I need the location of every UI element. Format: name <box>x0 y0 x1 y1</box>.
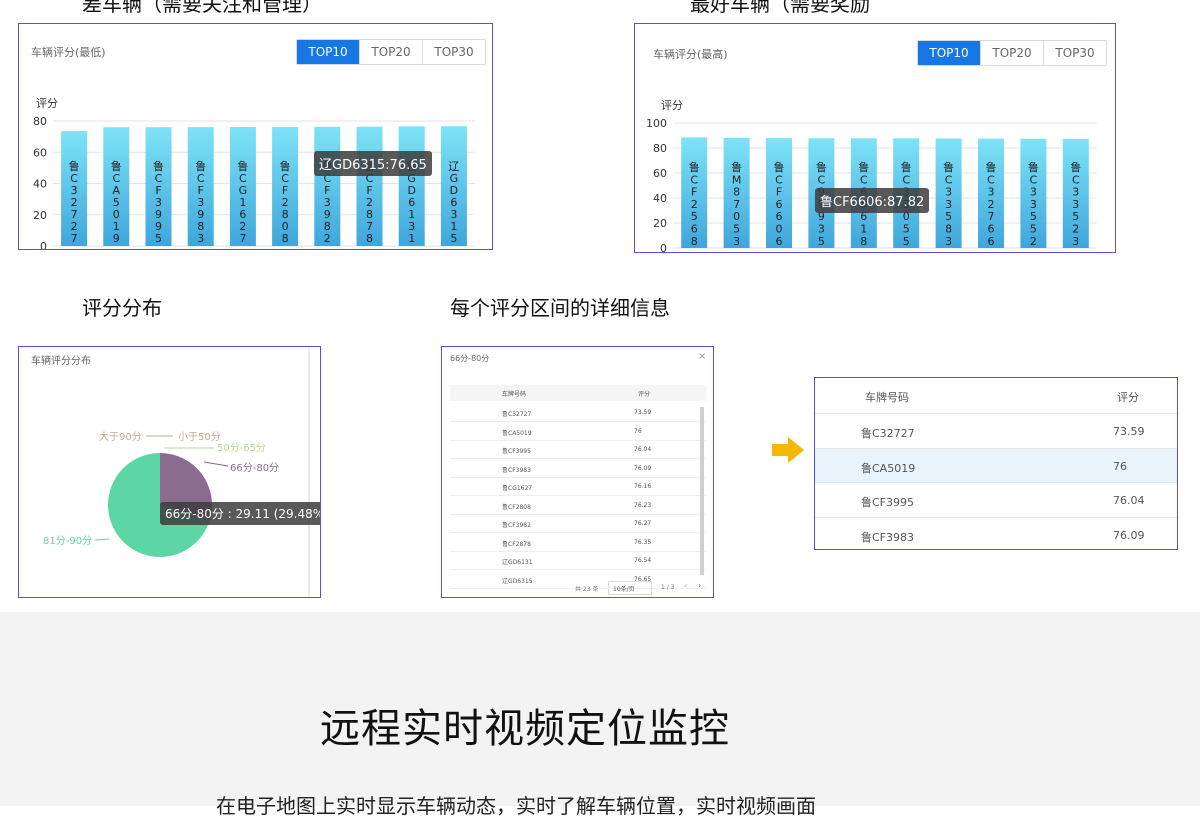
plate-cell: 鲁C32727 <box>502 411 532 418</box>
y-tick-label: 40 <box>653 192 667 205</box>
score-cell: 76 <box>634 427 642 435</box>
score-cell: 76 <box>1113 459 1127 473</box>
next-page-icon[interactable]: › <box>698 581 701 590</box>
plate-cell: 鲁CF3995 <box>861 496 915 509</box>
modal-table-header: 车牌号码 评分 <box>450 385 706 401</box>
score-cell: 76.54 <box>634 557 652 564</box>
score-cell: 76.23 <box>634 501 652 509</box>
worst-vehicles-panel: 车辆评分(最低) TOP10 TOP20 TOP30 评分 0 20 40 60 80 鲁… <box>18 23 493 250</box>
y-tick-label: 100 <box>646 117 667 130</box>
pagination-total: 共 23 条 <box>575 586 599 593</box>
worst-vehicles-heading: 差车辆（需要关注和管理） <box>82 0 322 16</box>
y-tick-label: 80 <box>33 115 47 128</box>
pie-label-81-90: 81分-90分 <box>43 535 92 547</box>
y-tick-label: 60 <box>653 167 667 180</box>
detail-table-header: 车牌号码 评分 <box>815 378 1177 413</box>
score-cell: 76.04 <box>634 446 652 453</box>
score-cell: 76.09 <box>1113 528 1145 542</box>
y-tick-label: 20 <box>33 209 47 222</box>
col-score-header: 评分 <box>638 391 651 398</box>
table-row[interactable]: 鲁CF3983 76.09 <box>815 516 1177 550</box>
table-row[interactable]: 鲁CA5019 76 <box>815 447 1177 483</box>
pie-tooltip: 66分-80分 : 29.11 (29.48%) <box>160 502 320 525</box>
y-tick-label: 0 <box>40 240 47 250</box>
plate-cell: 鲁CF3983 <box>502 466 531 474</box>
table-row[interactable]: 鲁CF3995 76.04 <box>815 482 1177 517</box>
pie-label-lt50: 小于50分 <box>178 431 221 443</box>
modal-title: 66分-80分 <box>450 354 490 363</box>
pie-label-66-80: 66分-80分 <box>230 462 279 474</box>
plate-cell: 辽GD6131 <box>502 559 533 566</box>
table-row[interactable]: 鲁CA5019 76 <box>450 422 706 441</box>
score-distribution-heading: 评分分布 <box>82 296 162 320</box>
plate-cell: 鲁C32727 <box>861 427 915 440</box>
score-cell: 73.59 <box>634 409 652 416</box>
y-tick-label: 0 <box>660 242 667 253</box>
plate-cell: 鲁CF3983 <box>861 530 915 544</box>
col-plate-header: 车牌号码 <box>865 391 909 404</box>
score-distribution-panel: 车辆评分分布 大于90分 小于50分 50分-65分 66分-80分 81分-9… <box>18 346 321 598</box>
y-tick-label: 60 <box>33 146 47 159</box>
worst-bar-tooltip: 辽GD6315:76.65 <box>314 151 432 176</box>
table-row[interactable]: 鲁CG1627 76.16 <box>450 477 706 496</box>
table-row[interactable]: 鲁CF2808 76.23 <box>450 496 706 515</box>
table-row[interactable]: 鲁C32727 73.59 <box>450 403 706 422</box>
best-bar-chart: 020406080100鲁CF2568鲁M87053鲁CF6606鲁C99935… <box>646 117 1097 253</box>
table-row[interactable]: 鲁CF2878 76.35 <box>450 533 706 552</box>
plate-cell: 鲁CF2808 <box>502 503 531 511</box>
modal-scrollbar[interactable] <box>700 407 704 575</box>
y-tick-label: 80 <box>653 142 667 155</box>
table-row[interactable]: 鲁C32727 73.59 <box>815 413 1177 448</box>
table-row[interactable]: 辽GD6131 76.54 <box>450 551 706 570</box>
plate-cell: 鲁CF3982 <box>502 522 531 529</box>
score-cell: 76.16 <box>634 483 652 490</box>
score-cell: 76.35 <box>634 538 652 546</box>
pie-label-gt90: 大于90分 <box>99 430 142 443</box>
table-row[interactable]: 鲁CF3982 76.27 <box>450 514 706 533</box>
close-icon[interactable]: × <box>698 351 706 362</box>
pie-label-50-65: 50分-65分 <box>217 442 266 454</box>
table-row[interactable]: 鲁CF3995 76.04 <box>450 440 706 459</box>
plate-cell: 鲁CG1627 <box>502 485 533 492</box>
plate-cell: 鲁CA5019 <box>502 429 532 437</box>
plate-cell: 鲁CF3995 <box>502 448 531 455</box>
score-cell: 76.27 <box>634 520 652 527</box>
page-indicator: 1 / 3 <box>661 584 675 591</box>
y-tick-label: 40 <box>33 178 47 191</box>
y-tick-label: 20 <box>653 217 667 230</box>
score-cell: 76.04 <box>1113 494 1145 507</box>
prev-page-icon[interactable]: ‹ <box>684 581 687 590</box>
score-cell: 76.09 <box>634 464 652 472</box>
section-subtitle: 在电子地图上实时显示车辆动态，实时了解车辆位置，实时视频画面 <box>216 794 816 818</box>
interval-modal: 66分-80分 × 车牌号码 评分 鲁C32727 73.59 鲁CA5019 76 鲁… <box>441 346 714 598</box>
plate-cell: 辽GD6315 <box>502 577 533 585</box>
col-plate-header: 车牌号码 <box>502 391 527 398</box>
score-cell: 73.59 <box>1113 425 1145 438</box>
interval-detail-heading: 每个评分区间的详细信息 <box>450 296 670 320</box>
best-bar-tooltip: 鲁CF6606:87.82 <box>815 188 930 213</box>
page-size-select[interactable]: 10条/页 <box>608 581 652 595</box>
score-pie-chart: 大于90分 小于50分 50分-65分 66分-80分 81分-90分 <box>43 430 279 557</box>
col-score-header: 评分 <box>1117 391 1139 404</box>
table-row[interactable]: 鲁CF3983 76.09 <box>450 459 706 478</box>
arrow-right-icon <box>772 437 804 463</box>
section-title: 远程实时视频定位监控 <box>320 706 730 752</box>
best-vehicles-heading: 最好车辆（需要奖励 <box>690 0 870 16</box>
worst-bar-chart: 020406080鲁 C 3 2 7 2 7鲁 C A 5 0 1 9鲁 C F 3 9 9 5鲁 C F 3 9 8 3鲁 C G… <box>33 115 475 250</box>
plate-cell: 鲁CF2878 <box>502 540 531 548</box>
detail-table-panel: 车牌号码 评分 鲁C32727 73.59 鲁CA5019 76 鲁CF3995 76.0… <box>814 377 1178 550</box>
page-size-value: 10条/页 <box>613 586 635 593</box>
best-vehicles-panel: 车辆评分(最高) TOP10 TOP20 TOP30 评分 0 20 40 60 80 1… <box>634 23 1116 253</box>
plate-cell: 鲁CA5019 <box>861 461 916 475</box>
